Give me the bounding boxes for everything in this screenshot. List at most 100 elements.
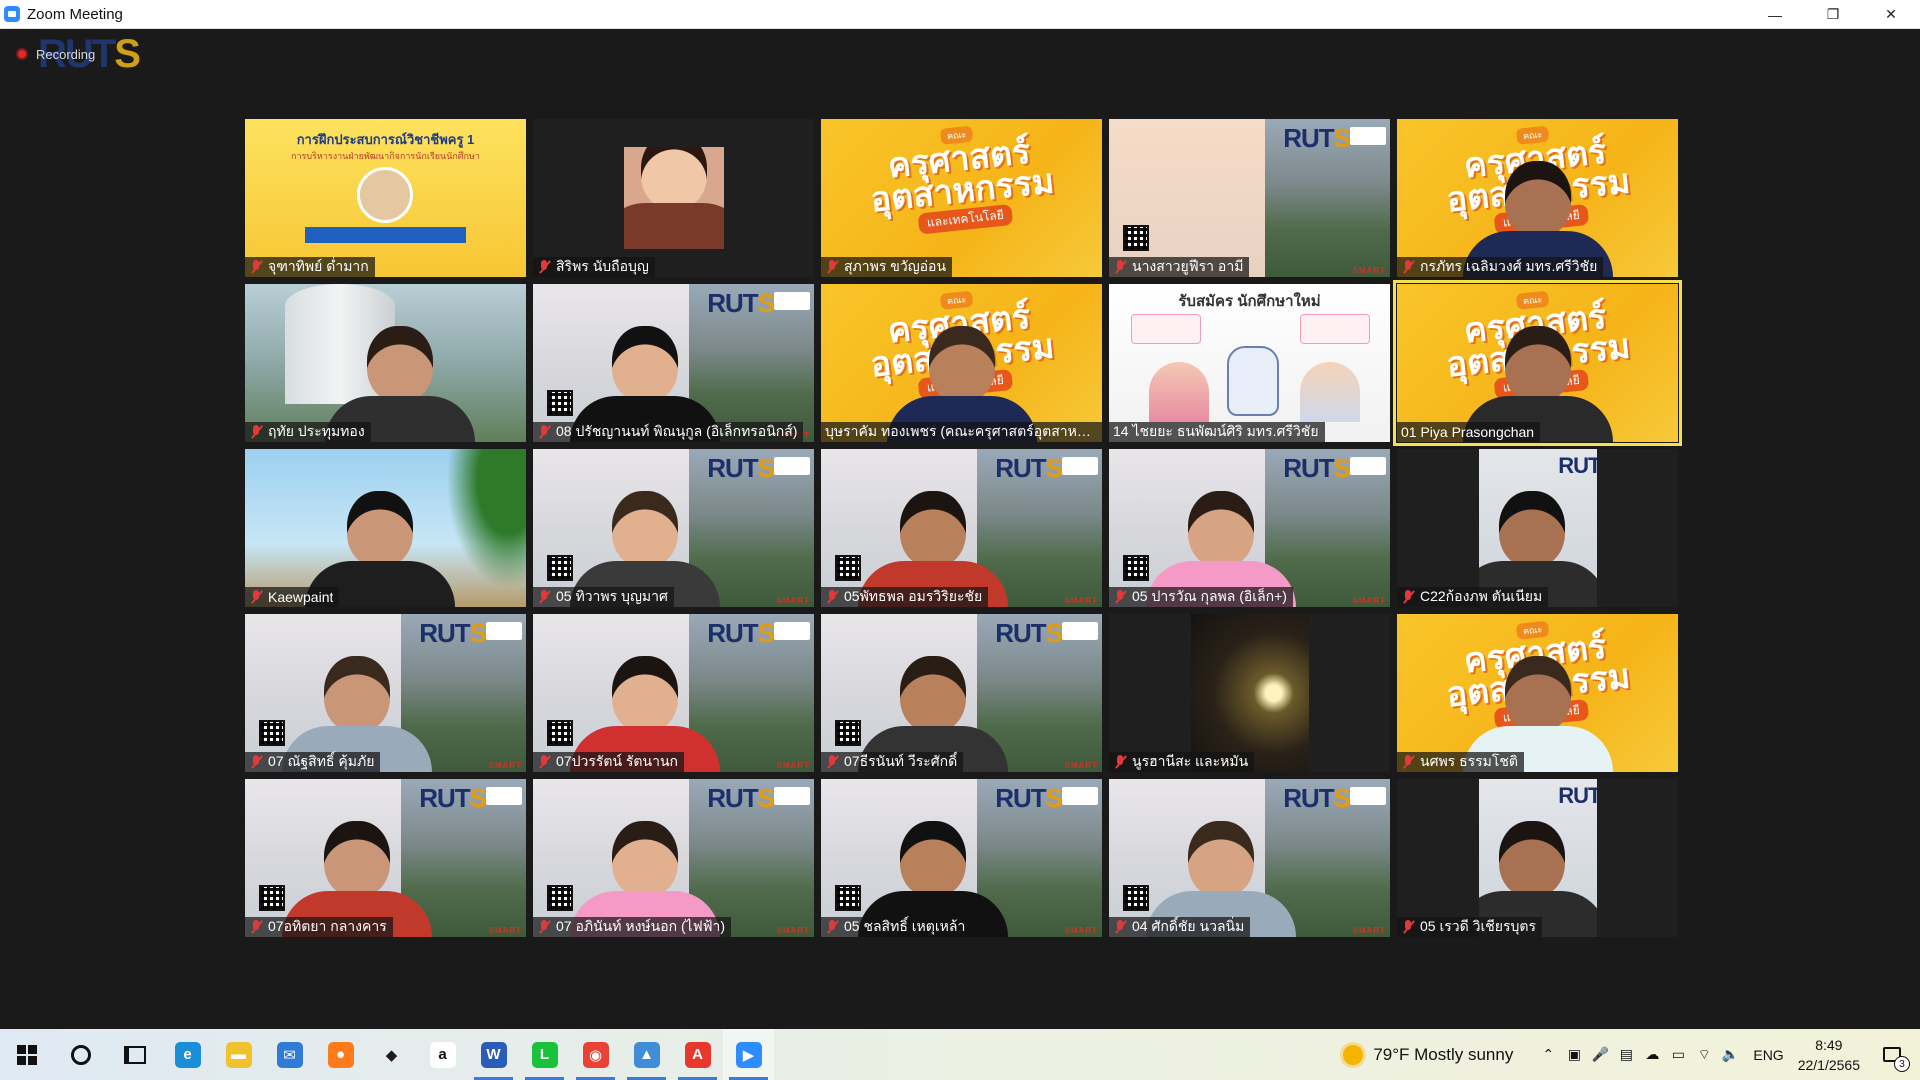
participant-tile[interactable]: RUT 05 เรวดี วิเชียรบุตร [1397, 779, 1678, 937]
participant-name: บุษราคัม ทองเพชร (คณะครุศาสตร์อุตสาหกร..… [825, 423, 1096, 439]
taskbar-firefox-button[interactable]: ● [315, 1029, 366, 1080]
taskbar-line-button[interactable]: L [519, 1029, 570, 1080]
search-button[interactable] [54, 1029, 108, 1080]
participant-name: จุฑาทิพย์ ด่ำมาก [268, 258, 369, 274]
taskbar-photos-button[interactable]: ▲ [621, 1029, 672, 1080]
participant-tile[interactable]: การฝึกประสบการณ์วิชาชีพครู 1 การบริหารงา… [245, 119, 526, 277]
taskbar-amazon-button[interactable]: a [417, 1029, 468, 1080]
clock-date: 22/1/2565 [1797, 1056, 1860, 1073]
participant-tile[interactable]: RUTS SMART 08 ปรัชญานนท์ พิณนุกูล (อิเล็… [533, 284, 814, 442]
mic-muted-icon [249, 425, 263, 439]
minimize-button[interactable]: — [1746, 0, 1804, 29]
window-title: Zoom Meeting [27, 5, 123, 23]
photos-icon: ▲ [633, 1041, 660, 1068]
mic-muted-icon [825, 920, 839, 934]
participant-tile[interactable]: RUTS SMART 05 ชลสิทธิ์ เหตุเหล้า [821, 779, 1102, 937]
meeting-area: RUTS Recording การฝึกประสบการณ์วิชาชีพคร… [0, 29, 1920, 1029]
participant-tile[interactable]: คณะ ครุศาสตร์ อุตสาหกรรม และเทคโนโลยี 01… [1393, 280, 1682, 446]
participant-tile[interactable]: RUTS SMART นางสาวยูฟีรา อามี [1109, 119, 1390, 277]
meet-now-icon[interactable]: ▤ [1613, 1029, 1639, 1080]
gallery-grid: การฝึกประสบการณ์วิชาชีพครู 1 การบริหารงา… [245, 119, 1682, 943]
participant-name: 01 Piya Prasongchan [1401, 424, 1535, 440]
taskbar-acrobat-button[interactable]: A [672, 1029, 723, 1080]
participant-tile[interactable]: RUTS SMART 05 ปารวัณ กุลพล (อิเล็ก+) [1109, 449, 1390, 607]
taskbar-edge-button[interactable]: e [162, 1029, 213, 1080]
participant-name: นูรฮานีสะ และหมัน [1132, 753, 1249, 769]
volume-icon[interactable]: 🔈 [1717, 1029, 1743, 1080]
participant-tile[interactable]: คณะ ครุศาสตร์ อุตสาหกรรม และเทคโนโลยี นศ… [1397, 614, 1678, 772]
participant-name: 05พัทธพล อมรวิริยะชัย [844, 588, 983, 604]
participant-name-bar: นูรฮานีสะ และหมัน [1109, 752, 1255, 772]
participant-tile[interactable]: RUTS SMART 07 ณัฐสิทธิ์ คุ้มภัย [245, 614, 526, 772]
ruts-watermark: RUT [1558, 453, 1597, 478]
participant-tile[interactable]: Kaewpaint [245, 449, 526, 607]
mic-muted-icon [1113, 755, 1127, 769]
battery-icon[interactable]: ▭ [1665, 1029, 1691, 1080]
video-background: RUTS SMART [533, 284, 814, 442]
participant-name-bar: 08 ปรัชญานนท์ พิณนุกูล (อิเล็กทรอนิกส์) [533, 422, 804, 442]
participant-tile[interactable]: RUT C22ก้องภพ ตันเนียม [1397, 449, 1678, 607]
participant-tile[interactable]: นูรฮานีสะ และหมัน [1109, 614, 1390, 772]
participant-tile[interactable]: RUTS SMART 04 ศักดิ์ชัย นวลนิ่ม [1109, 779, 1390, 937]
mic-muted-icon [1113, 260, 1127, 274]
start-button[interactable] [0, 1029, 54, 1080]
participant-name-bar: บุษราคัม ทองเพชร (คณะครุศาสตร์อุตสาหกร..… [821, 422, 1102, 442]
participant-name-bar: 07อทิตยา กลางคาร [245, 917, 393, 937]
participant-name-bar: ฤทัย ประทุมทอง [245, 422, 371, 442]
taskbar-file-explorer-button[interactable]: ▬ [213, 1029, 264, 1080]
microphone-icon[interactable]: 🎤 [1587, 1029, 1613, 1080]
taskbar-chrome-button[interactable]: ◉ [570, 1029, 621, 1080]
restore-button[interactable]: ❐ [1804, 0, 1862, 29]
taskbar-mail-button[interactable]: ✉ [264, 1029, 315, 1080]
participant-tile[interactable]: คณะ ครุศาสตร์ อุตสาหกรรม และเทคโนโลยี บุ… [821, 284, 1102, 442]
participant-name-bar: 04 ศักดิ์ชัย นวลนิ่ม [1109, 917, 1251, 937]
participant-tile[interactable]: RUTS SMART 05 ทิวาพร บุญมาศ [533, 449, 814, 607]
mic-muted-icon [1401, 590, 1415, 604]
participant-name-bar: 07ธีรนันท์ วีระศักดิ์ [821, 752, 964, 772]
slide-title: การฝึกประสบการณ์วิชาชีพครู 1 [296, 132, 475, 147]
taskbar-zoom-button[interactable]: ▶ [723, 1029, 774, 1080]
close-button[interactable]: ✕ [1862, 0, 1920, 29]
participant-tile[interactable]: สิริพร นับถือบุญ [533, 119, 814, 277]
participant-name: 07ธีรนันท์ วีระศักดิ์ [844, 753, 958, 769]
participant-tile[interactable]: ฤทัย ประทุมทอง [245, 284, 526, 442]
wifi-icon[interactable]: ⌔ [1691, 1029, 1717, 1080]
video-background: รับสมัคร นักศึกษาใหม่ [1109, 284, 1390, 442]
ruts-watermark: RUTS [707, 288, 775, 318]
camera-icon[interactable]: ▣ [1561, 1029, 1587, 1080]
chevron-up-icon[interactable]: ⌃ [1535, 1029, 1561, 1080]
participant-tile[interactable]: RUTS SMART 07อทิตยา กลางคาร [245, 779, 526, 937]
participant-tile[interactable]: รับสมัคร นักศึกษาใหม่ 14 ไชยยะ ธนพัฒน์ศิ… [1109, 284, 1390, 442]
video-background: คณะ ครุศาสตร์ อุตสาหกรรม และเทคโนโลยี [1397, 614, 1678, 772]
task-view-button[interactable] [108, 1029, 162, 1080]
smart-label: SMART [1352, 926, 1386, 935]
onedrive-icon[interactable]: ☁ [1639, 1029, 1665, 1080]
video-background: คณะ ครุศาสตร์ อุตสาหกรรม และเทคโนโลยี [821, 119, 1102, 277]
participant-tile[interactable]: คณะ ครุศาสตร์ อุตสาหกรรม และเทคโนโลยี สุ… [821, 119, 1102, 277]
language-indicator[interactable]: ENG [1753, 1047, 1783, 1063]
participant-name: 05 ปารวัณ กุลพล (อิเล็ก+) [1132, 588, 1287, 604]
ruts-watermark: RUTS [995, 618, 1063, 648]
participant-name: 07ปวรรัตน์ รัตนานก [556, 753, 679, 769]
recording-indicator[interactable]: Recording [16, 43, 95, 65]
mic-muted-icon [537, 260, 551, 274]
participant-tile[interactable]: คณะ ครุศาสตร์ อุตสาหกรรม และเทคโนโลยี กร… [1397, 119, 1678, 277]
participant-tile[interactable]: RUTS SMART 05พัทธพล อมรวิริยะชัย [821, 449, 1102, 607]
action-center-button[interactable]: 3 [1878, 1029, 1910, 1080]
taskbar-dropbox-button[interactable]: ◆ [366, 1029, 417, 1080]
participant-tile[interactable]: RUTS SMART 07 อภินันท์ หงษ์นอก (ไฟฟ้า) [533, 779, 814, 937]
sun-icon [1343, 1044, 1364, 1065]
participant-tile[interactable]: RUTS SMART 07ปวรรัตน์ รัตนานก [533, 614, 814, 772]
qr-code [259, 720, 285, 746]
clock[interactable]: 8:49 22/1/2565 [1798, 1035, 1860, 1075]
poster-title: รับสมัคร นักศึกษาใหม่ [1178, 293, 1321, 310]
participant-name-bar: นางสาวยูฟีรา อามี [1109, 257, 1250, 277]
chrome-icon: ◉ [582, 1041, 609, 1068]
zoom-icon: ▶ [735, 1041, 762, 1068]
weather-widget[interactable]: 79°F Mostly sunny [1343, 1044, 1513, 1065]
participant-tile[interactable]: RUTS SMART 07ธีรนันท์ วีระศักดิ์ [821, 614, 1102, 772]
participant-name: 14 ไชยยะ ธนพัฒน์ศิริ มทร.ศรีวิชัย [1113, 423, 1319, 439]
mic-muted-icon [537, 755, 551, 769]
taskbar-word-button[interactable]: W [468, 1029, 519, 1080]
video-background [533, 119, 814, 277]
